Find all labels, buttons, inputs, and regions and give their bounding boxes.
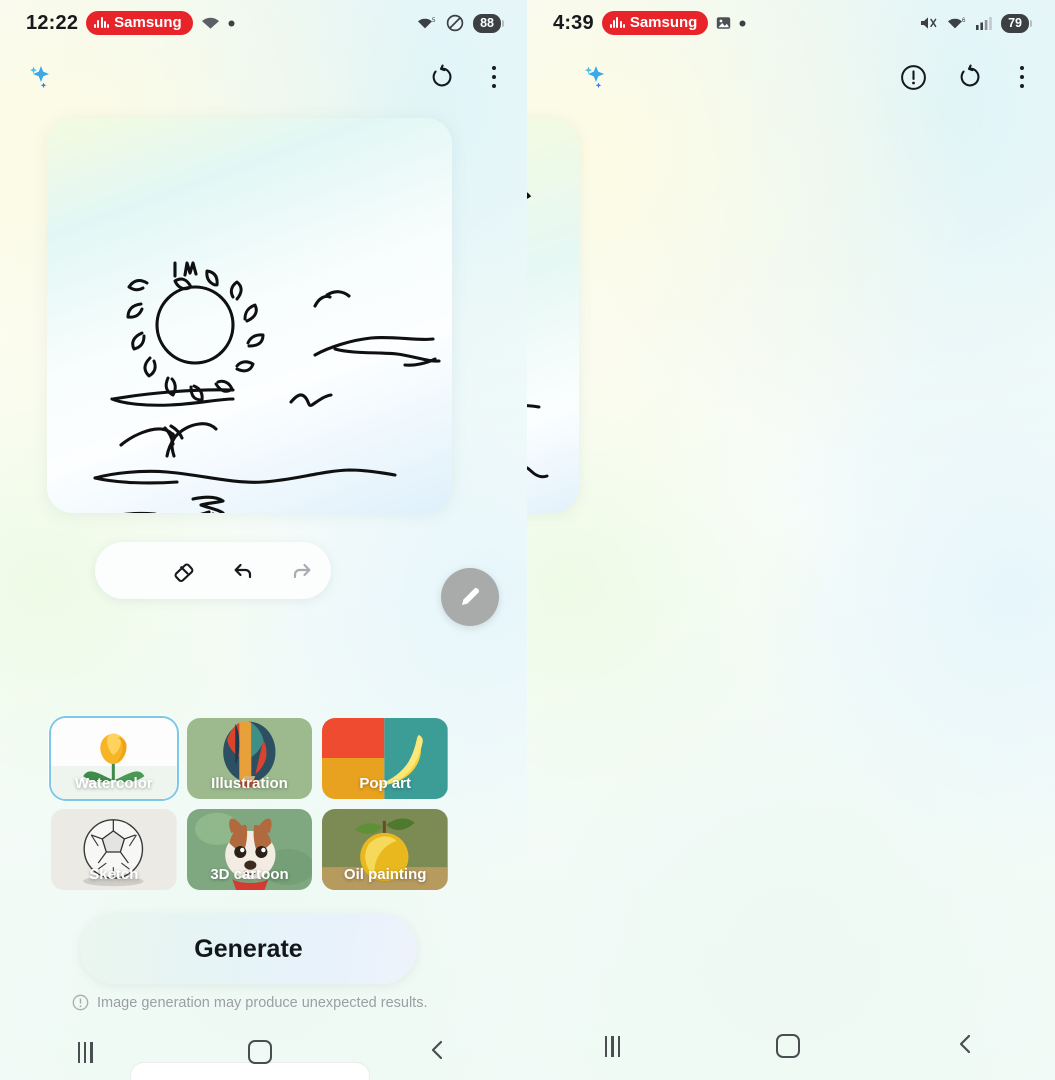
wifi-5-icon: 5 bbox=[417, 16, 437, 30]
carrier-badge: Samsung bbox=[601, 11, 709, 35]
back-icon[interactable] bbox=[955, 1032, 977, 1061]
undo-tool[interactable] bbox=[213, 557, 272, 585]
dot-icon bbox=[228, 20, 235, 27]
mute-icon bbox=[919, 15, 938, 31]
home-icon[interactable] bbox=[775, 1034, 800, 1058]
wifi-6-icon: 6 bbox=[947, 16, 967, 30]
generate-button[interactable]: Generate bbox=[80, 914, 417, 984]
carrier-label: Samsung bbox=[629, 14, 698, 31]
style-label: Illustration bbox=[211, 775, 288, 792]
phone-screen-before: 12:22 Samsung 5 88 Watercolor Illustrati… bbox=[0, 0, 527, 1080]
drawing-toolbar: T bbox=[527, 528, 1055, 624]
home-icon[interactable] bbox=[248, 1040, 273, 1064]
back-icon[interactable] bbox=[427, 1038, 449, 1067]
style-card-3dcartoon[interactable]: 3D cartoon bbox=[186, 809, 313, 890]
carrier-badge: Samsung bbox=[86, 11, 193, 35]
system-nav-bar bbox=[0, 1024, 527, 1080]
status-time: 12:22 bbox=[26, 11, 79, 34]
more-options-icon[interactable] bbox=[1011, 62, 1034, 93]
refresh-icon[interactable] bbox=[427, 62, 457, 92]
previous-sketch-peek[interactable] bbox=[527, 118, 579, 513]
more-options-icon[interactable] bbox=[483, 62, 506, 93]
ai-sparkle-icon bbox=[577, 60, 611, 94]
app-toolbar bbox=[527, 46, 1055, 108]
dot-icon bbox=[739, 20, 746, 27]
phone-screen-after: 4:39 Samsung 6 79 bbox=[527, 0, 1055, 1080]
redo-tool[interactable] bbox=[272, 557, 331, 585]
status-time: 4:39 bbox=[553, 11, 594, 34]
system-nav-bar bbox=[527, 1018, 1055, 1074]
battery-indicator: 88 bbox=[473, 13, 504, 33]
dual-screenshot: 12:22 Samsung 5 88 Watercolor Illustrati… bbox=[0, 0, 1055, 1080]
style-label: Pop art bbox=[359, 775, 411, 792]
style-grid: Watercolor Illustration Pop art Sketch 3… bbox=[49, 716, 448, 890]
sketch-canvas[interactable] bbox=[47, 118, 452, 513]
style-card-popart[interactable]: Pop art bbox=[322, 718, 448, 799]
style-card-watercolor[interactable]: Watercolor bbox=[49, 716, 179, 801]
canvas-area: AI-generated content bbox=[527, 108, 1055, 528]
style-label: 3D cartoon bbox=[210, 866, 289, 883]
style-card-sketch[interactable]: Sketch bbox=[51, 809, 177, 890]
recents-icon[interactable] bbox=[604, 1035, 620, 1057]
battery-indicator: 79 bbox=[1001, 13, 1032, 33]
refresh-icon[interactable] bbox=[955, 62, 985, 92]
tool-pill bbox=[95, 542, 331, 599]
drawing-toolbar: T bbox=[0, 528, 527, 624]
style-card-illustration[interactable]: Illustration bbox=[186, 718, 313, 799]
ai-sparkle-icon bbox=[22, 60, 56, 94]
carrier-label: Samsung bbox=[114, 14, 182, 31]
disclaimer-text: Image generation may produce unexpected … bbox=[97, 994, 428, 1011]
image-icon bbox=[716, 16, 731, 30]
status-bar: 4:39 Samsung 6 79 bbox=[527, 0, 1055, 46]
canvas-area bbox=[0, 108, 527, 626]
audio-wave-icon bbox=[94, 17, 110, 28]
svg-text:5: 5 bbox=[432, 18, 436, 24]
wifi-icon bbox=[201, 16, 220, 30]
style-label: Sketch bbox=[89, 866, 139, 883]
disclaimer: Image generation may produce unexpected … bbox=[72, 994, 427, 1011]
do-not-disturb-icon bbox=[446, 14, 464, 32]
audio-wave-icon bbox=[609, 17, 625, 28]
info-icon[interactable] bbox=[899, 62, 929, 92]
signal-bars-icon bbox=[976, 16, 992, 30]
style-card-oilpainting[interactable]: Oil painting bbox=[322, 809, 448, 890]
app-toolbar bbox=[0, 46, 527, 108]
generate-label: Generate bbox=[194, 934, 303, 963]
status-bar: 12:22 Samsung 5 88 bbox=[0, 0, 527, 46]
eraser-tool[interactable] bbox=[154, 557, 213, 585]
svg-text:6: 6 bbox=[962, 18, 966, 24]
recents-icon[interactable] bbox=[77, 1041, 93, 1063]
info-icon bbox=[72, 994, 89, 1011]
style-label: Oil painting bbox=[343, 866, 427, 883]
style-label: Watercolor bbox=[74, 775, 153, 792]
